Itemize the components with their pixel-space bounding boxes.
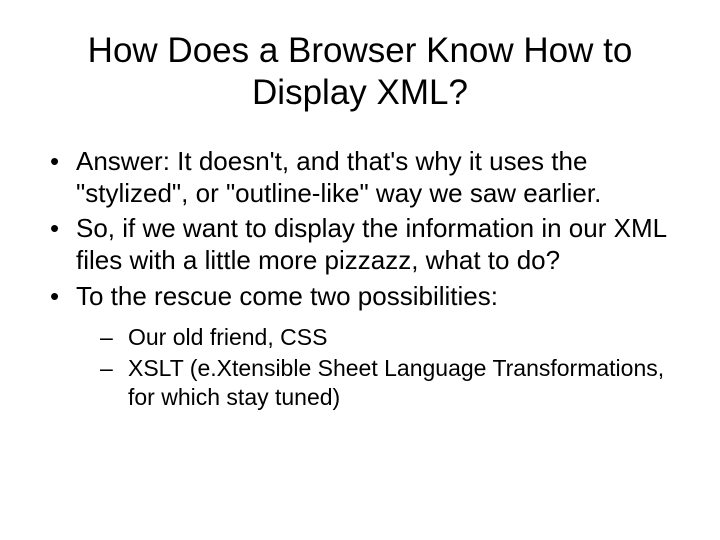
bullet-text: To the rescue come two possibilities: (76, 281, 498, 311)
sub-bullet-item: XSLT (e.Xtensible Sheet Language Transfo… (100, 354, 684, 413)
bullet-item: So, if we want to display the informatio… (50, 213, 684, 276)
sub-bullet-item: Our old friend, CSS (100, 323, 684, 352)
slide-title: How Does a Browser Know How to Display X… (36, 30, 684, 114)
bullet-item: To the rescue come two possibilities: Ou… (50, 281, 684, 413)
sub-bullet-list: Our old friend, CSS XSLT (e.Xtensible Sh… (76, 323, 684, 413)
bullet-item: Answer: It doesn't, and that's why it us… (50, 146, 684, 209)
main-bullet-list: Answer: It doesn't, and that's why it us… (36, 146, 684, 413)
